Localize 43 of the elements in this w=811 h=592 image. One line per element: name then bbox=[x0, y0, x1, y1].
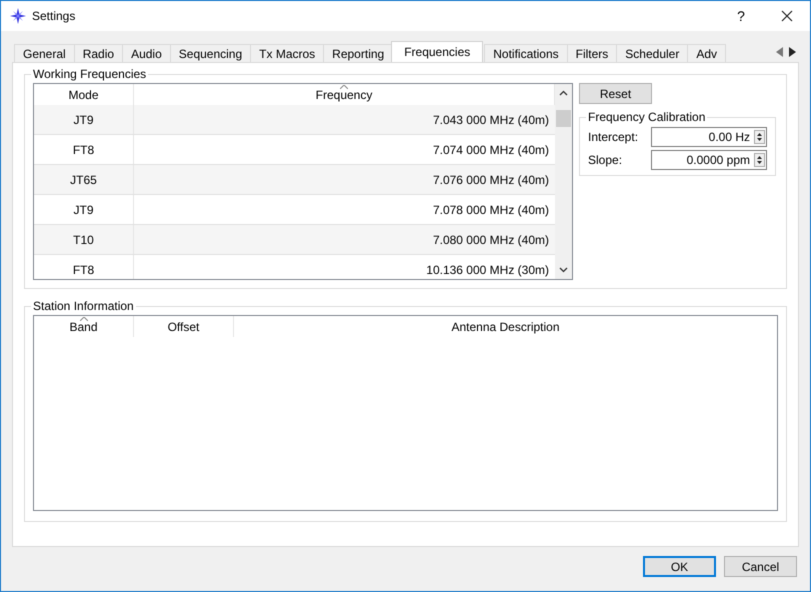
dialog-button[interactable]: Cancel bbox=[724, 556, 797, 577]
table-cell: JT9 bbox=[34, 195, 134, 224]
scrollbar[interactable] bbox=[555, 84, 572, 279]
table-cell: JT65 bbox=[34, 165, 134, 194]
spin-box[interactable]: 0.00 Hz bbox=[651, 127, 767, 147]
table-cell-text: 7.080 000 MHz (40m) bbox=[432, 232, 550, 248]
scroll-thumb[interactable] bbox=[556, 110, 571, 127]
table-cell: T10 bbox=[34, 225, 134, 254]
field-label: Slope: bbox=[588, 153, 622, 167]
group-title: Station Information bbox=[32, 299, 135, 313]
app-icon bbox=[10, 8, 26, 24]
spin-box[interactable]: 0.0000 ppm bbox=[651, 150, 767, 170]
tab[interactable]: General bbox=[14, 44, 75, 62]
column-header[interactable]: Band bbox=[34, 316, 134, 337]
field-label: Intercept: bbox=[588, 130, 638, 144]
scroll-down-icon[interactable] bbox=[559, 267, 568, 273]
spin-arrows-icon[interactable] bbox=[754, 130, 765, 144]
table-cell-text: 7.074 000 MHz (40m) bbox=[432, 142, 550, 158]
table-cell: JT9 bbox=[34, 105, 134, 134]
table-cell-text: 10.136 000 MHz (30m) bbox=[425, 262, 550, 278]
tab[interactable]: Adv bbox=[687, 44, 726, 62]
window-title: Settings bbox=[32, 9, 76, 23]
tab[interactable]: Reporting bbox=[323, 44, 394, 62]
column-header[interactable]: Offset bbox=[134, 316, 234, 337]
column-header[interactable]: Antenna Description bbox=[234, 316, 777, 337]
table-cell-text: 7.043 000 MHz (40m) bbox=[432, 112, 550, 128]
tab[interactable]: Notifications bbox=[484, 44, 568, 62]
dialog-button[interactable]: OK bbox=[643, 556, 716, 577]
scroll-right-icon[interactable] bbox=[788, 47, 796, 57]
tab[interactable]: Sequencing bbox=[170, 44, 252, 62]
group-title: Frequency Calibration bbox=[587, 110, 706, 124]
table-cell-text: 7.076 000 MHz (40m) bbox=[432, 172, 550, 188]
table-cell: FT8 bbox=[34, 135, 134, 164]
spin-arrows-icon[interactable] bbox=[754, 153, 765, 167]
table-cell-text: 7.078 000 MHz (40m) bbox=[432, 202, 550, 218]
scroll-up-icon[interactable] bbox=[559, 90, 568, 96]
reset-button[interactable]: Reset bbox=[579, 83, 652, 104]
help-button[interactable]: ? bbox=[718, 1, 764, 31]
tab[interactable]: Frequencies bbox=[391, 41, 484, 62]
close-icon bbox=[781, 10, 793, 22]
group-title: Working Frequencies bbox=[32, 67, 148, 81]
table-cell: FT8 bbox=[34, 255, 134, 279]
scroll-left-icon[interactable] bbox=[776, 47, 784, 57]
